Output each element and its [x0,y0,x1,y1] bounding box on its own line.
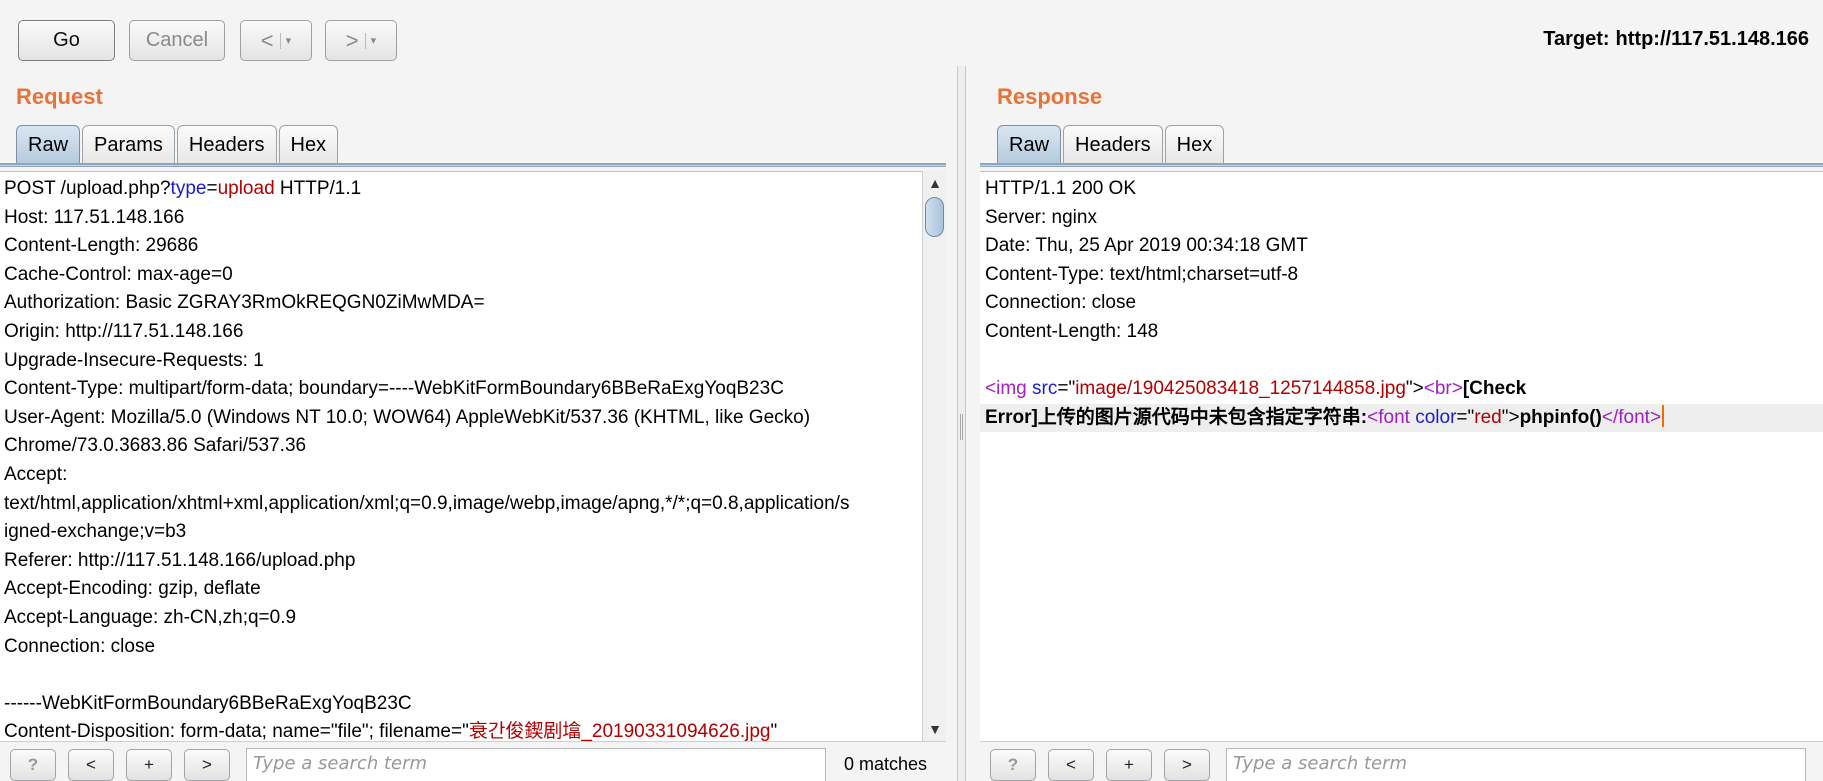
cancel-button[interactable]: Cancel [129,20,225,61]
tab-hex[interactable]: Hex [278,125,339,164]
target-display[interactable]: Target: http://117.51.148.166 [1543,28,1809,51]
request-line: Content-Disposition: form-data; name="fi… [4,721,778,741]
request-line: Accept-Encoding: gzip, deflate [4,578,261,600]
response-panel: Response Raw Headers Hex HTTP/1.1 200 OK… [980,66,1823,781]
tab-headers[interactable]: Headers [176,125,277,164]
request-line: Connection: close [4,635,156,657]
scroll-down-icon[interactable]: ▼ [923,717,947,741]
request-line: Upgrade-Insecure-Requests: 1 [4,349,264,371]
go-label: Go [53,29,80,51]
tab-underline [980,163,1823,167]
request-line: Origin: http://117.51.148.166 [4,320,244,342]
divider-grip-icon [960,414,963,440]
chevron-down-icon[interactable]: ▾ [364,32,376,49]
response-line: Server: nginx [985,206,1097,228]
add-search-button[interactable]: + [126,749,172,781]
request-search-input[interactable]: Type a search term [246,748,826,781]
tab-hex[interactable]: Hex [1164,125,1225,164]
next-match-button[interactable]: > [1164,749,1210,781]
tab-raw[interactable]: Raw [16,125,81,164]
response-body-line: <img src="image/190425083418_1257144858.… [985,378,1527,400]
request-line: POST /upload.php?type=upload HTTP/1.1 [4,178,362,199]
request-scrollbar[interactable]: ▲ ▼ [922,171,946,741]
request-editor[interactable]: POST /upload.php?type=upload HTTP/1.1 Ho… [0,171,922,741]
go-button[interactable]: Go [18,20,115,61]
response-line: HTTP/1.1 200 OK [985,178,1137,199]
scroll-up-icon[interactable]: ▲ [923,171,947,195]
history-forward-button[interactable]: > ▾ [325,20,397,61]
request-search-bar: ? < + > Type a search term 0 matches [0,741,946,781]
response-blank-line [985,347,1823,376]
prev-match-button[interactable]: < [1048,749,1094,781]
history-back-button[interactable]: < ▾ [240,20,312,61]
request-line: Chrome/73.0.3683.86 Safari/537.36 [4,435,307,457]
forward-arrow-icon: > [345,27,359,53]
response-line: Connection: close [985,292,1137,314]
response-body-line: Error]上传的图片源代码中未包含指定字符串:<font color="red… [980,403,1823,433]
next-match-button[interactable]: > [184,749,230,781]
request-line: Content-Type: multipart/form-data; bound… [4,378,784,400]
tab-underline [0,163,946,167]
tab-raw[interactable]: Raw [997,125,1062,164]
match-count: 0 matches [844,754,928,774]
response-line: Content-Length: 148 [985,320,1159,342]
response-editor[interactable]: HTTP/1.1 200 OK Server: nginx Date: Thu,… [980,171,1823,741]
request-line: Accept-Language: zh-CN,zh;q=0.9 [4,606,297,628]
request-line: Referer: http://117.51.148.166/upload.ph… [4,549,356,571]
text-cursor [1662,404,1665,427]
request-panel: Request Raw Params Headers Hex POST /upl… [0,66,946,781]
request-line: User-Agent: Mozilla/5.0 (Windows NT 10.0… [4,406,811,428]
tab-headers[interactable]: Headers [1063,125,1163,164]
request-blank-line [4,661,922,690]
toolbar: Go Cancel < ▾ > ▾ Target: http://117.51.1… [0,0,1823,66]
help-button[interactable]: ? [990,749,1036,781]
request-line: Authorization: Basic ZGRAY3RmOkREQGN0ZiM… [4,292,485,314]
response-search-bar: ? < + > Type a search term [980,741,1823,781]
scroll-thumb[interactable] [925,197,944,237]
request-tabs: Raw Params Headers Hex [16,124,340,164]
cancel-label: Cancel [145,29,209,51]
request-line: Cache-Control: max-age=0 [4,263,233,285]
request-line: Accept: [4,463,68,485]
response-line: Content-Type: text/html;charset=utf-8 [985,263,1299,285]
target-label: Target: [1543,28,1610,50]
response-line: Date: Thu, 25 Apr 2019 00:34:18 GMT [985,235,1308,257]
request-line: ------WebKitFormBoundary6BBeRaExgYoqB23C [4,692,412,714]
split-pane-divider[interactable] [957,66,966,781]
chevron-down-icon[interactable]: ▾ [279,32,291,49]
request-line: text/html,application/xhtml+xml,applicat… [4,492,850,514]
request-line: Host: 117.51.148.166 [4,206,185,228]
target-url: http://117.51.148.166 [1615,28,1809,50]
prev-match-button[interactable]: < [68,749,114,781]
request-line: Content-Length: 29686 [4,235,199,257]
request-line: igned-exchange;v=b3 [4,521,187,543]
tab-params[interactable]: Params [82,125,175,164]
add-search-button[interactable]: + [1106,749,1152,781]
response-title: Response [997,84,1103,109]
request-title: Request [16,84,103,109]
back-arrow-icon: < [260,27,274,53]
response-search-input[interactable]: Type a search term [1226,748,1806,781]
response-tabs: Raw Headers Hex [997,124,1226,164]
help-button[interactable]: ? [10,749,56,781]
